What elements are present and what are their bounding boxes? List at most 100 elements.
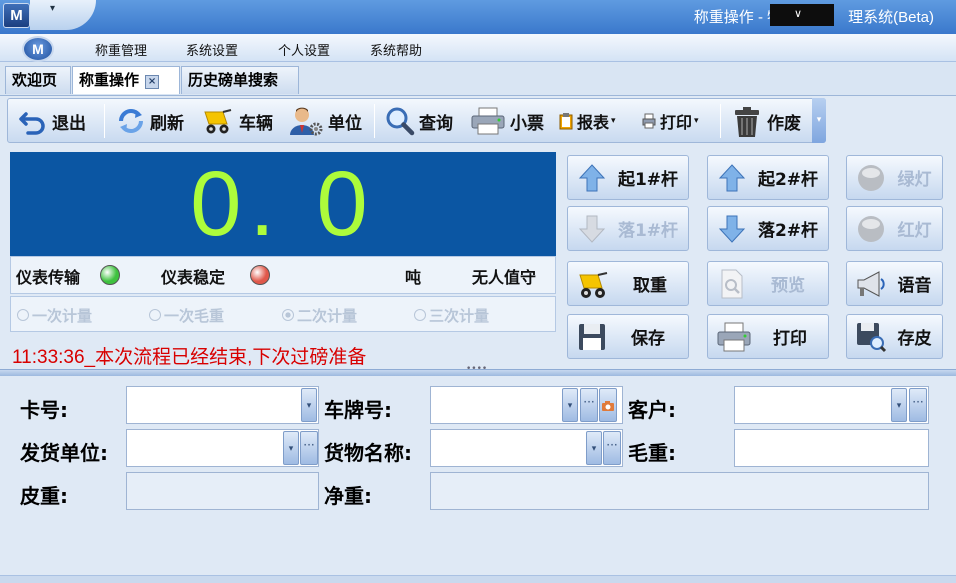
toolbar-overflow-button[interactable]: ▾ [812, 98, 826, 143]
void-label: 作废 [767, 113, 801, 134]
lower-gate-2-button[interactable]: 落2#杆 [707, 206, 829, 251]
mode-radio-once-gross[interactable]: 一次毛重 [149, 305, 224, 326]
mode-radio-twice[interactable]: 二次计量 [282, 305, 357, 326]
menu-system-settings[interactable]: 系统设置 [186, 40, 238, 59]
mode-radio-thrice[interactable]: 三次计量 [414, 305, 489, 326]
plate-no-dropdown[interactable]: ▾ [562, 388, 578, 422]
meter-transmit-indicator [100, 265, 120, 285]
arrow-up-icon [716, 162, 748, 194]
card-no-label: 卡号: [20, 398, 68, 422]
lower-gate-1-button[interactable]: 落1#杆 [567, 206, 689, 251]
mode-radio-once[interactable]: 一次计量 [17, 305, 92, 326]
arrow-up-icon [576, 162, 608, 194]
query-label: 查询 [419, 113, 453, 134]
grip-icon: •••• [466, 364, 488, 374]
tab-label: 称重操作 [79, 71, 140, 89]
document-search-icon [716, 268, 748, 300]
clipboard-icon [559, 112, 573, 130]
refresh-icon [116, 106, 146, 136]
tab-history-search[interactable]: 历史磅单搜索 [181, 66, 299, 94]
shipper-ellipsis-button[interactable]: ··· [300, 431, 318, 465]
tare-weight-input[interactable] [126, 472, 319, 510]
customer-ellipsis-button[interactable]: ··· [909, 388, 927, 422]
arrow-down-icon [716, 213, 748, 245]
meter-stable-indicator [250, 265, 270, 285]
printer-small-icon [642, 112, 656, 130]
truck-icon [576, 268, 612, 300]
card-no-dropdown[interactable]: ▾ [301, 388, 317, 422]
toolbar-separator [374, 104, 375, 138]
goods-name-ellipsis-button[interactable]: ··· [603, 431, 621, 465]
goods-name-dropdown[interactable]: ▾ [586, 431, 602, 465]
gross-weight-label: 毛重: [628, 441, 676, 465]
refresh-label: 刷新 [150, 113, 184, 134]
tare-weight-label: 皮重: [20, 484, 68, 508]
quick-access-dropdown-icon[interactable]: ▾ [50, 3, 55, 14]
store-tare-button[interactable]: 存皮 [846, 314, 943, 359]
chevron-down-icon: ▾ [694, 116, 699, 126]
exit-button[interactable]: 退出 [18, 104, 86, 138]
green-light-button[interactable]: 绿灯 [846, 155, 943, 200]
ticket-label: 小票 [510, 113, 544, 134]
undo-arrow-icon [18, 106, 48, 136]
radio-icon [17, 309, 29, 321]
application-orb-button[interactable]: M [22, 36, 54, 62]
weight-unit-label: 吨 [405, 268, 422, 287]
floppy-search-icon [855, 321, 887, 353]
menu-system-help[interactable]: 系统帮助 [370, 40, 422, 59]
panel-splitter[interactable]: •••• [0, 364, 956, 376]
close-icon[interactable]: × [145, 75, 160, 89]
meter-stable-label: 仪表稳定 [161, 268, 226, 287]
app-logo[interactable]: M [3, 3, 30, 28]
trash-can-icon [731, 106, 763, 137]
camera-icon[interactable] [599, 388, 617, 422]
user-gear-icon [288, 106, 324, 136]
net-weight-label: 净重: [324, 484, 372, 508]
redacted-block: ∨ [770, 4, 834, 26]
printer-icon [716, 321, 752, 353]
truck-icon [201, 106, 235, 136]
print-button[interactable]: 打印 [707, 314, 829, 359]
status-message: 11:33:36_本次流程已经结束,下次过磅准备 [12, 347, 367, 368]
report-button[interactable]: 报表 ▾ [559, 104, 616, 138]
vehicle-button[interactable]: 车辆 [201, 104, 273, 138]
print-dropdown-button[interactable]: 打印 ▾ [642, 104, 699, 138]
radio-icon [149, 309, 161, 321]
shipper-dropdown[interactable]: ▾ [283, 431, 299, 465]
gross-weight-input[interactable] [734, 429, 929, 467]
radio-icon [414, 309, 426, 321]
ticket-button[interactable]: 小票 [470, 104, 544, 138]
query-button[interactable]: 查询 [385, 104, 453, 138]
plate-no-label: 车牌号: [324, 398, 392, 422]
red-light-button[interactable]: 红灯 [846, 206, 943, 251]
unit-label: 单位 [328, 113, 362, 134]
card-no-input[interactable] [126, 386, 319, 424]
report-label: 报表 [577, 113, 610, 132]
save-button[interactable]: 保存 [567, 314, 689, 359]
net-weight-input[interactable] [430, 472, 929, 510]
megaphone-icon [855, 268, 887, 300]
traffic-light-icon [855, 162, 887, 194]
refresh-button[interactable]: 刷新 [116, 104, 184, 138]
customer-label: 客户: [628, 398, 676, 422]
unit-button[interactable]: 单位 [288, 104, 362, 138]
void-button[interactable]: 作废 [731, 104, 801, 138]
raise-gate-2-button[interactable]: 起2#杆 [707, 155, 829, 200]
tab-welcome[interactable]: 欢迎页 [5, 66, 71, 94]
voice-button[interactable]: 语音 [846, 261, 943, 306]
radio-selected-icon [282, 309, 294, 321]
print-label: 打印 [660, 113, 693, 132]
shipper-label: 发货单位: [20, 441, 108, 465]
arrow-down-icon [576, 213, 608, 245]
fetch-weight-button[interactable]: 取重 [567, 261, 689, 306]
customer-dropdown[interactable]: ▾ [891, 388, 907, 422]
magnifier-icon [385, 106, 415, 136]
preview-button[interactable]: 预览 [707, 261, 829, 306]
raise-gate-1-button[interactable]: 起1#杆 [567, 155, 689, 200]
plate-no-ellipsis-button[interactable]: ··· [580, 388, 598, 422]
printer-icon [470, 106, 506, 136]
menu-weighing-management[interactable]: 称重管理 [95, 40, 147, 59]
floppy-disk-icon [576, 321, 608, 353]
tab-weighing-operation[interactable]: 称重操作 × [72, 66, 180, 94]
menu-personal-settings[interactable]: 个人设置 [278, 40, 330, 59]
